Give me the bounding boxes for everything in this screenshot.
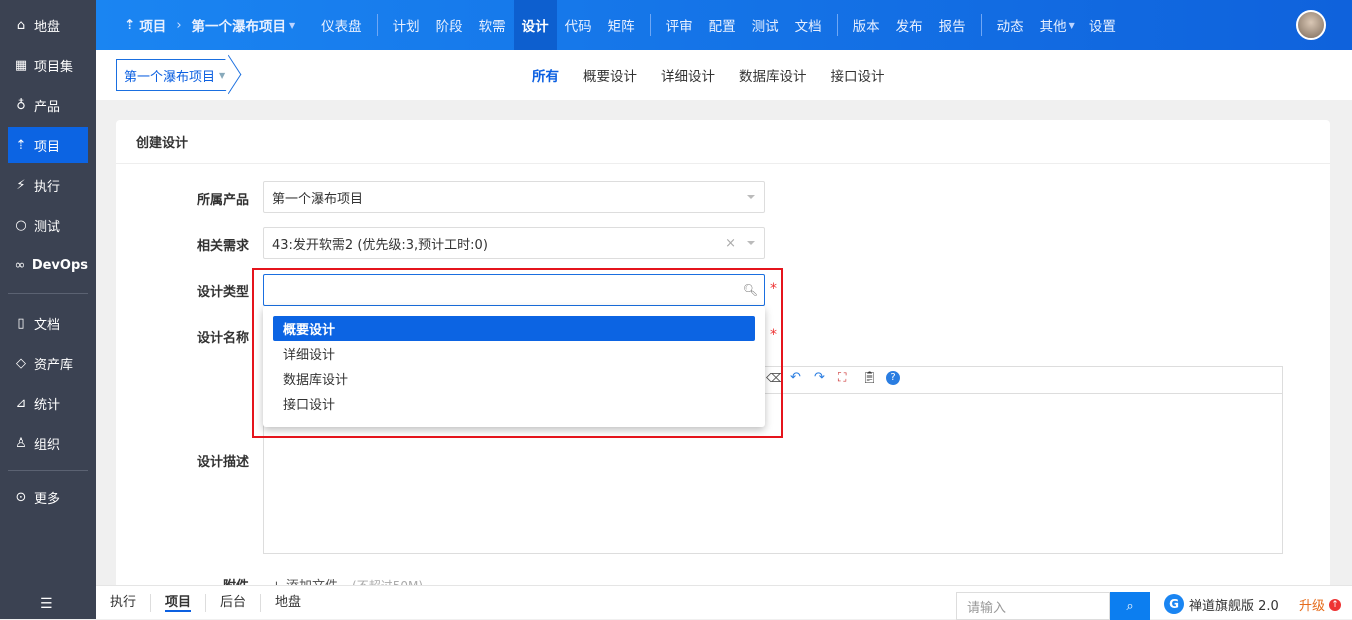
tab-hld[interactable]: 概要设计 bbox=[583, 65, 637, 85]
nav-separator bbox=[836, 14, 838, 36]
nav-dynamic[interactable]: 动态 bbox=[989, 0, 1032, 50]
rocket-icon: ⇡ bbox=[124, 17, 136, 33]
nav-separator bbox=[376, 14, 378, 36]
sidebar-item-stats[interactable]: ⊿ 统计 bbox=[8, 385, 88, 421]
rocket-icon: ⇡ bbox=[15, 137, 27, 153]
tab-api[interactable]: 接口设计 bbox=[831, 65, 885, 85]
paste-icon[interactable]: 📋︎ bbox=[862, 370, 877, 384]
zentao-logo-icon: G bbox=[1164, 594, 1184, 614]
nav-requirement[interactable]: 软需 bbox=[471, 0, 514, 50]
nav-review[interactable]: 评审 bbox=[658, 0, 701, 50]
story-label: 相关需求 bbox=[196, 239, 249, 254]
nav-doc[interactable]: 文档 bbox=[787, 0, 830, 50]
diamond-icon: ◇ bbox=[16, 355, 26, 371]
home-icon: ⌂ bbox=[16, 17, 26, 33]
project-breadcrumb[interactable]: 第一个瀑布项目 ▼ bbox=[116, 59, 231, 91]
sidebar-item-project[interactable]: ⇡ 项目 bbox=[8, 127, 88, 163]
brand: G 禅道旗舰版 2.0 bbox=[1164, 594, 1279, 614]
global-search-input[interactable]: 请输入 bbox=[956, 592, 1110, 620]
sub-nav: 第一个瀑布项目 ▼ 所有 概要设计 详细设计 数据库设计 接口设计 bbox=[96, 50, 1352, 100]
fullscreen-icon[interactable]: ⛶ bbox=[838, 370, 846, 385]
caret-down-icon: ▼ bbox=[1068, 20, 1075, 30]
nav-release[interactable]: 发布 bbox=[888, 0, 931, 50]
chart-icon: ⊿ bbox=[15, 395, 27, 411]
nav-separator bbox=[649, 14, 651, 36]
tab-dd[interactable]: 详细设计 bbox=[661, 65, 715, 85]
caret-down-icon: ▼ bbox=[219, 70, 226, 80]
nav-design[interactable]: 设计 bbox=[513, 0, 557, 50]
sidebar-item-org[interactable]: ♙ 组织 bbox=[8, 425, 88, 461]
collapse-menu-icon[interactable]: ☰ bbox=[40, 596, 53, 612]
bottom-link-admin[interactable]: 后台 bbox=[206, 593, 262, 612]
nav-dashboard[interactable]: 仪表盘 bbox=[313, 0, 370, 50]
highlight-box bbox=[252, 268, 783, 438]
search-button[interactable]: ⌕ bbox=[1110, 592, 1150, 620]
bottom-link-dashboard[interactable]: 地盘 bbox=[261, 594, 315, 612]
grid-icon: ▦ bbox=[14, 57, 28, 73]
nav-stage[interactable]: 阶段 bbox=[428, 0, 471, 50]
nav-matrix[interactable]: 矩阵 bbox=[600, 0, 643, 50]
nav-settings[interactable]: 设置 bbox=[1081, 0, 1124, 50]
desc-label: 设计描述 bbox=[196, 455, 249, 470]
type-label: 设计类型 bbox=[196, 285, 249, 300]
bottom-bar: 执行 项目 后台 地盘 请输入 ⌕ G 禅道旗舰版 2.0 升级 ↑ bbox=[96, 585, 1352, 620]
sidebar-item-doc[interactable]: ▯ 文档 bbox=[8, 305, 88, 341]
help-icon[interactable]: ? bbox=[886, 371, 900, 385]
clear-icon[interactable]: × bbox=[725, 236, 736, 251]
sidebar-item-more[interactable]: ⊙ 更多 bbox=[8, 479, 88, 515]
users-icon: ♙ bbox=[15, 435, 27, 451]
arrow-up-icon: ↑ bbox=[1329, 598, 1342, 611]
top-nav: ⇡ 项目 › 第一个瀑布项目 ▼ 仪表盘 计划 阶段 软需 设计 代码 矩阵 评审 … bbox=[96, 0, 1352, 50]
tab-all[interactable]: 所有 bbox=[532, 65, 559, 85]
run-icon: ⚡ bbox=[16, 177, 26, 193]
book-icon: ▯ bbox=[17, 315, 25, 331]
caret-down-icon: ▼ bbox=[289, 20, 296, 30]
nav-code[interactable]: 代码 bbox=[557, 0, 600, 50]
create-design-form: 创建设计 所属产品 第一个瀑布项目 相关需求 43:发开软需2 (优先级:3,预… bbox=[116, 120, 1330, 594]
sidebar-item-devops[interactable]: ∞ DevOps bbox=[8, 247, 88, 283]
sidebar-item-program[interactable]: ▦ 项目集 bbox=[8, 47, 88, 83]
page-title: 创建设计 bbox=[116, 120, 1330, 164]
tab-db[interactable]: 数据库设计 bbox=[739, 65, 807, 85]
nav-separator bbox=[980, 14, 982, 36]
nav-report[interactable]: 报告 bbox=[931, 0, 974, 50]
product-select[interactable]: 第一个瀑布项目 bbox=[263, 181, 765, 213]
search-icon: ⌕ bbox=[1126, 598, 1134, 614]
nav-build[interactable]: 版本 bbox=[845, 0, 888, 50]
module-project[interactable]: ⇡ 项目 bbox=[96, 0, 174, 50]
sidebar-item-product[interactable]: ♁ 产品 bbox=[8, 87, 88, 123]
sidebar-divider bbox=[8, 470, 88, 471]
nav-config[interactable]: 配置 bbox=[701, 0, 744, 50]
search-icon: ○ bbox=[15, 217, 27, 233]
infinity-icon: ∞ bbox=[14, 257, 26, 273]
redo-icon[interactable]: ↷ bbox=[814, 370, 825, 385]
caret-down-icon bbox=[747, 195, 755, 203]
nav-test[interactable]: 测试 bbox=[744, 0, 787, 50]
undo-icon[interactable]: ↶ bbox=[790, 370, 801, 385]
sidebar-item-assets[interactable]: ◇ 资产库 bbox=[8, 345, 88, 381]
nav-plan[interactable]: 计划 bbox=[385, 0, 428, 50]
upgrade-button[interactable]: 升级 ↑ bbox=[1299, 595, 1342, 614]
sidebar-divider bbox=[8, 293, 88, 294]
sidebar-item-dashboard[interactable]: ⌂ 地盘 bbox=[8, 7, 88, 43]
avatar[interactable] bbox=[1296, 10, 1326, 40]
project-switcher[interactable]: 第一个瀑布项目 ▼ bbox=[184, 0, 304, 50]
name-label: 设计名称 bbox=[196, 331, 249, 346]
bottom-link-project[interactable]: 项目 bbox=[151, 593, 207, 612]
sidebar: ⌂ 地盘 ▦ 项目集 ♁ 产品 ⇡ 项目 ⚡ 执行 ○ 测试 ∞ DevOps ▯ 文档 ◇ 资产… bbox=[0, 0, 96, 619]
sidebar-item-test[interactable]: ○ 测试 bbox=[8, 207, 88, 243]
sidebar-item-execution[interactable]: ⚡ 执行 bbox=[8, 167, 88, 203]
bottom-link-execution[interactable]: 执行 bbox=[96, 593, 152, 612]
chevron-right-icon: › bbox=[176, 17, 182, 33]
more-icon: ⊙ bbox=[15, 489, 27, 505]
nav-other[interactable]: 其他 bbox=[1032, 0, 1069, 50]
caret-down-icon bbox=[747, 241, 755, 249]
product-label: 所属产品 bbox=[196, 193, 249, 208]
story-select[interactable]: 43:发开软需2 (优先级:3,预计工时:0) × bbox=[263, 227, 765, 259]
bulb-icon: ♁ bbox=[16, 97, 26, 113]
